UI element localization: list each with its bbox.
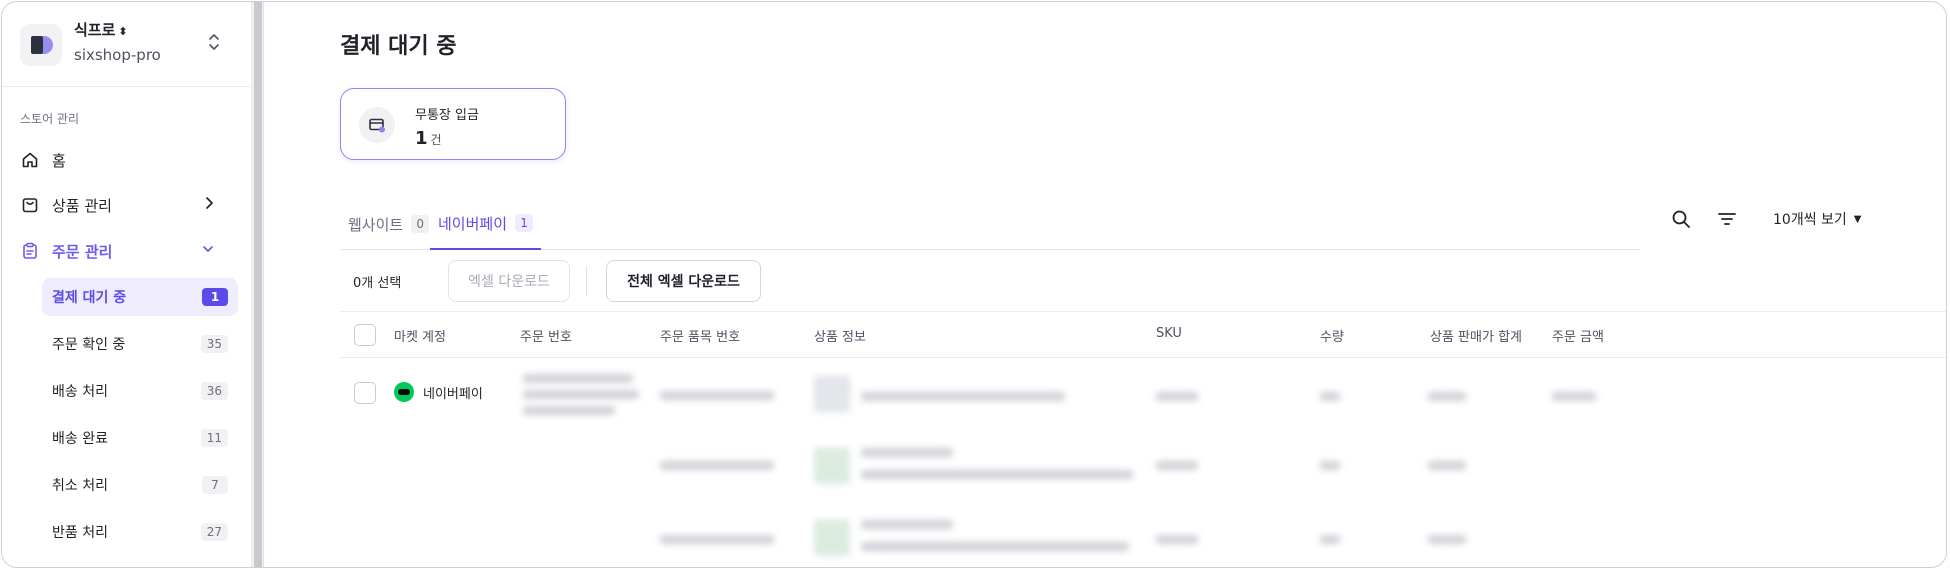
sidebar-item-shipping[interactable]: 배송 처리 36 [42,372,238,410]
column-header: SKU [1156,326,1182,341]
all-excel-download-button[interactable]: 전체 엑셀 다운로드 [606,260,761,302]
chevron-right-icon [204,196,214,214]
chevron-down-icon [202,242,214,260]
caret-down-icon: ▼ [1853,213,1862,225]
store-id: sixshop-pro [74,46,161,64]
count-badge: 27 [200,523,228,541]
page-size-select[interactable]: 10개씩 보기 ▼ [1773,207,1862,231]
home-icon [20,150,40,170]
row-checkbox[interactable] [354,382,376,404]
column-header: 주문 번호 [520,330,572,345]
nav-item-products-label: 상품 관리 [52,196,112,215]
summary-card-bank-transfer[interactable]: 무통장 입금 1건 [340,88,566,160]
page-size-value: 10개씩 보기 [1773,212,1847,228]
sidebar-scrollbar[interactable] [252,2,264,567]
table-header: 마켓 계정 주문 번호 주문 품목 번호 상품 정보 SKU 수량 상품 판매가… [340,312,1946,358]
action-bar: 0개 선택 엑셀 다운로드 전체 엑셀 다운로드 [340,250,1946,312]
app-window: 식프로 ⬍ sixshop-pro 스토어 관리 홈 상품 관리 주문 관리 결… [1,1,1947,568]
tab-count: 0 [411,215,430,233]
count-badge: 36 [200,382,228,400]
sidebar-item-cancel[interactable]: 취소 처리 7 [42,466,238,504]
nav-item-home[interactable]: 홈 [20,143,234,177]
store-name-updown-icon: ⬍ [118,25,128,38]
column-header: 상품 판매가 합계 [1430,330,1522,345]
scrollbar-thumb[interactable] [254,2,262,567]
store-switcher[interactable]: 식프로 ⬍ sixshop-pro [2,2,252,87]
column-header: 마켓 계정 [394,330,446,345]
section-label-store-management: 스토어 관리 [20,112,80,126]
sidebar-item-label: 결제 대기 중 [52,290,127,306]
column-header: 주문 금액 [1552,330,1604,345]
sidebar-item-payment-pending[interactable]: 결제 대기 중 1 [42,278,238,316]
count-badge: 11 [200,429,228,447]
sidebar-item-label: 주문 확인 중 [52,337,126,353]
sidebar: 식프로 ⬍ sixshop-pro 스토어 관리 홈 상품 관리 주문 관리 결… [2,2,252,567]
nav-item-orders[interactable]: 주문 관리 [20,234,234,268]
tab-naverpay[interactable]: 네이버페이 1 [430,198,542,250]
tab-website[interactable]: 웹사이트 0 [340,198,437,250]
store-logo-icon [20,24,62,66]
nav-item-orders-label: 주문 관리 [52,242,113,261]
nav-item-home-label: 홈 [52,151,66,170]
sidebar-item-return[interactable]: 반품 처리 27 [42,513,238,551]
search-icon[interactable] [1669,207,1693,231]
summary-value: 1건 [415,128,442,149]
market-account-label: 네이버페이 [423,386,483,402]
column-header: 상품 정보 [814,330,866,345]
divider [586,266,587,296]
page-title: 결제 대기 중 [340,34,457,59]
sidebar-item-order-confirm[interactable]: 주문 확인 중 35 [42,325,238,363]
sidebar-item-label: 배송 완료 [52,431,108,447]
clipboard-icon [20,241,40,261]
sidebar-item-delivered[interactable]: 배송 완료 11 [42,419,238,457]
sidebar-item-label: 취소 처리 [52,478,108,494]
select-all-checkbox[interactable] [354,324,376,346]
market-account: 네이버페이 [394,382,483,402]
selected-count: 0개 선택 [353,276,402,291]
tab-label: 웹사이트 [348,215,404,234]
column-header: 수량 [1320,330,1344,345]
sidebar-item-label: 배송 처리 [52,384,108,400]
unfold-icon[interactable] [204,31,224,57]
nav-item-products[interactable]: 상품 관리 [20,188,234,222]
count-badge: 7 [202,476,228,494]
sidebar-item-label: 반품 처리 [52,525,108,541]
filter-icon[interactable] [1715,207,1739,231]
summary-label: 무통장 입금 [415,108,479,123]
shopping-bag-icon [20,195,40,215]
column-header: 주문 품목 번호 [660,330,741,345]
store-name: 식프로 ⬍ [74,21,128,39]
bank-transfer-icon [359,107,395,143]
excel-download-button[interactable]: 엑셀 다운로드 [448,260,570,302]
tab-count: 1 [515,214,534,232]
channel-tabs: 웹사이트 0 네이버페이 1 [340,198,1640,250]
main-content: 결제 대기 중 무통장 입금 1건 웹사이트 0 네이버페이 1 10개씩 보기… [265,2,1946,567]
count-badge: 1 [202,288,228,306]
count-badge: 35 [200,335,228,353]
naver-pay-icon [394,382,414,402]
tab-label: 네이버페이 [438,214,508,233]
